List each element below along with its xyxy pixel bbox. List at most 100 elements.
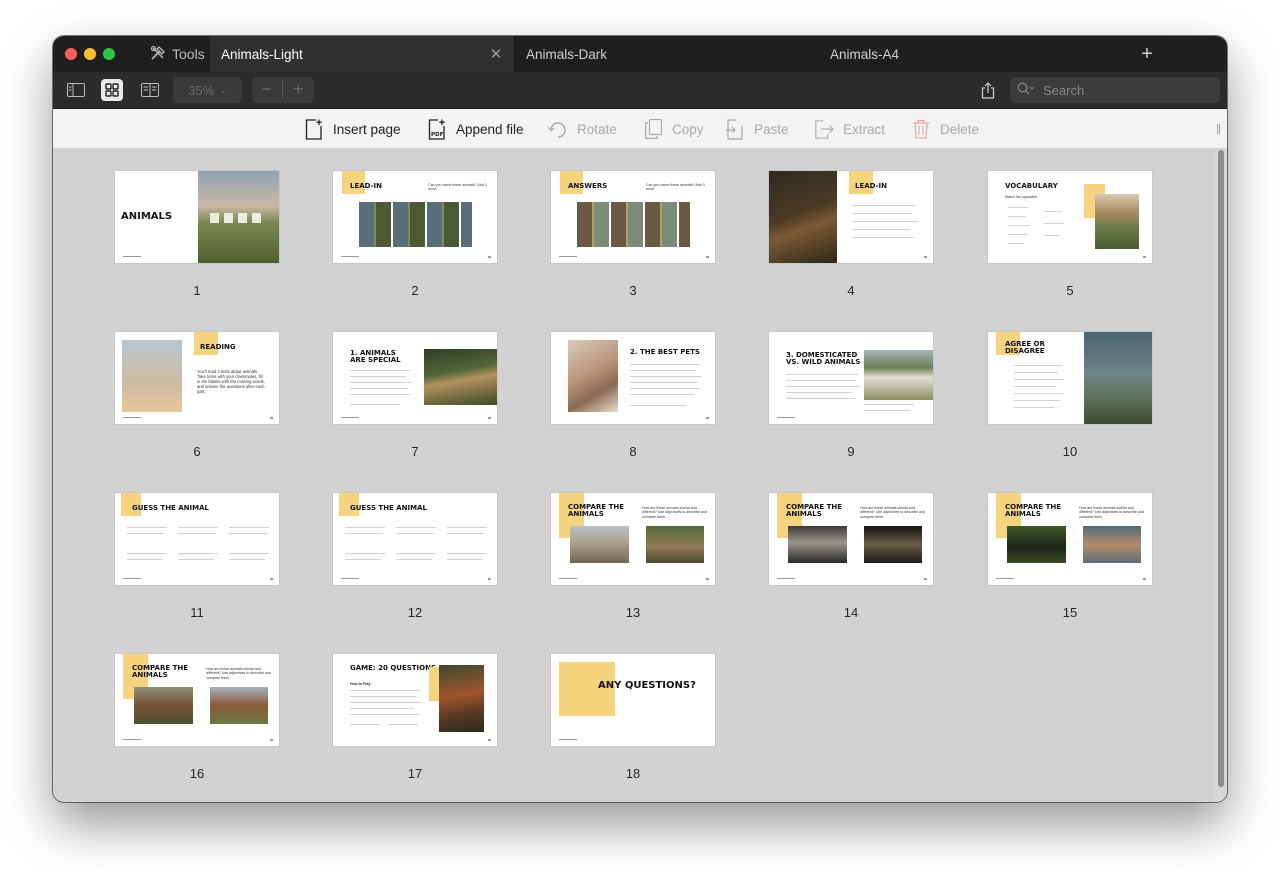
page-thumbnail-17[interactable]: GAME: 20 QUESTIONS How to Play: — [332, 653, 498, 747]
text-line — [447, 527, 487, 528]
page-number: 11 — [190, 605, 204, 620]
tab-animals-a4[interactable]: Animals-A4 — [830, 36, 899, 72]
book-view-icon[interactable] — [139, 79, 161, 101]
slide-subtitle: How are these animals similar and differ… — [1079, 506, 1144, 519]
zoom-out-button[interactable]: − — [261, 79, 272, 100]
pet-photo — [568, 340, 618, 412]
text-line — [127, 559, 163, 560]
panel-grip-icon[interactable]: || — [1216, 123, 1221, 135]
text-line — [229, 533, 267, 534]
tools-button[interactable]: Tools — [150, 36, 205, 72]
zoom-in-button[interactable]: + — [293, 79, 304, 100]
page-thumbnail-7[interactable]: 1. ANIMALS ARE SPECIAL — [332, 331, 498, 425]
append-file-label: Append file — [456, 121, 524, 137]
text-line — [350, 690, 420, 691]
minimize-window-button[interactable] — [84, 48, 96, 60]
paste-icon — [725, 118, 745, 140]
text-line — [630, 376, 702, 377]
page-thumbnail-10[interactable]: AGREE OR DISAGREE — [987, 331, 1153, 425]
text-line — [1014, 386, 1056, 387]
zoom-select[interactable]: 35% ⌄ — [173, 77, 242, 103]
slide-title: ANSWERS — [568, 182, 608, 190]
page-thumbnail-grid: ANIMALS 1 LEAD-IN Can you name these ani… — [53, 149, 1213, 802]
raccoon-photo — [788, 526, 847, 563]
zoom-window-button[interactable] — [103, 48, 115, 60]
grid-view-icon[interactable] — [101, 79, 123, 101]
page-number: 12 — [407, 605, 423, 620]
paste-button[interactable]: Paste — [725, 109, 789, 149]
close-icon[interactable]: ✕ — [487, 45, 505, 63]
text-line — [345, 533, 383, 534]
close-window-button[interactable] — [65, 48, 77, 60]
page-number: 3 — [629, 283, 637, 298]
extract-button[interactable]: Extract — [814, 109, 885, 149]
page-thumbnail-5[interactable]: VOCABULARY Match the opposites — [987, 170, 1153, 264]
slide-subtitle: Can you name these animals? Add 3 more. — [428, 183, 487, 192]
delete-button[interactable]: Delete — [911, 109, 979, 149]
gorilla-photo — [1007, 526, 1066, 563]
search-input[interactable]: Search — [1010, 77, 1220, 103]
page-number: 8 — [629, 444, 637, 459]
cat-snow-photo — [1084, 332, 1152, 424]
zoom-divider — [282, 80, 283, 98]
sidebar-view-icon[interactable] — [65, 79, 87, 101]
text-line — [229, 527, 269, 528]
page-thumbnail-3[interactable]: ANSWERS Can you name these animals? Add … — [550, 170, 716, 264]
text-line — [127, 553, 167, 554]
page-thumbnail-11[interactable]: GUESS THE ANIMAL — [114, 492, 280, 586]
page-number: 13 — [625, 605, 641, 620]
rotate-button[interactable]: Rotate — [548, 109, 617, 149]
page-thumbnail-12[interactable]: GUESS THE ANIMAL — [332, 492, 498, 586]
page-thumbnail-9[interactable]: 3. DOMESTICATED VS. WILD ANIMALS — [768, 331, 934, 425]
page-thumbnail-8[interactable]: 2. THE BEST PETS — [550, 331, 716, 425]
page-thumbnail-13[interactable]: COMPARE THE ANIMALS How are these animal… — [550, 492, 716, 586]
copy-button[interactable]: Copy — [643, 109, 704, 149]
sheep-field-photo — [864, 350, 933, 400]
slide-title: 2. THE BEST PETS — [630, 348, 700, 356]
tab-animals-dark[interactable]: Animals-Dark — [526, 36, 607, 72]
tab-label: Animals-Dark — [526, 46, 608, 62]
page-number: 14 — [843, 605, 859, 620]
append-file-button[interactable]: PDF Append file — [427, 109, 524, 149]
page-thumbnail-6[interactable]: READING You'll read 3 texts about animal… — [114, 331, 280, 425]
tab-label: Animals-Light — [221, 46, 303, 62]
page-thumbnail-1[interactable]: ANIMALS — [114, 170, 280, 264]
text-line — [447, 553, 487, 554]
text-line — [178, 533, 216, 534]
page-thumbnail-15[interactable]: COMPARE THE ANIMALS How are these animal… — [987, 492, 1153, 586]
text-line — [447, 559, 483, 560]
slide-footer — [341, 256, 359, 257]
text-line — [350, 376, 406, 377]
slide-title: GAME: 20 QUESTIONS — [350, 664, 437, 672]
deer-photo — [1095, 194, 1139, 249]
append-pdf-icon: PDF — [427, 118, 447, 140]
page-number: 9 — [847, 444, 855, 459]
plus-icon[interactable]: + — [1137, 36, 1157, 72]
cheetah-photo — [424, 349, 497, 405]
page-thumbnail-18[interactable]: ANY QUESTIONS? — [550, 653, 716, 747]
svg-text:PDF: PDF — [431, 132, 444, 138]
page-thumbnail-2[interactable]: LEAD-IN Can you name these animals? Add … — [332, 170, 498, 264]
tab-animals-light[interactable]: Animals-Light ✕ — [210, 36, 514, 72]
text-line — [350, 696, 416, 697]
page-actions-bar: Insert page PDF Append file Rotate Copy … — [53, 109, 1227, 149]
scrollbar-thumb[interactable] — [1218, 150, 1224, 787]
extract-icon — [814, 118, 834, 140]
page-thumbnail-16[interactable]: COMPARE THE ANIMALS How are these animal… — [114, 653, 280, 747]
share-icon[interactable] — [977, 79, 999, 101]
slide-page-number — [706, 578, 709, 580]
page-thumbnail-14[interactable]: COMPARE THE ANIMALS How are these animal… — [768, 492, 934, 586]
text-line — [1044, 223, 1064, 224]
page-number: 15 — [1062, 605, 1078, 620]
text-line — [786, 374, 858, 375]
text-line — [388, 724, 418, 725]
slide-page-number — [706, 256, 709, 258]
tools-icon — [150, 45, 166, 64]
slide-page-number — [270, 739, 273, 741]
text-line — [786, 392, 852, 393]
insert-page-button[interactable]: Insert page — [304, 109, 401, 149]
sheep-photo — [198, 171, 279, 263]
text-line — [396, 559, 432, 560]
paste-label: Paste — [754, 121, 789, 137]
page-thumbnail-4[interactable]: LEAD-IN — [768, 170, 934, 264]
